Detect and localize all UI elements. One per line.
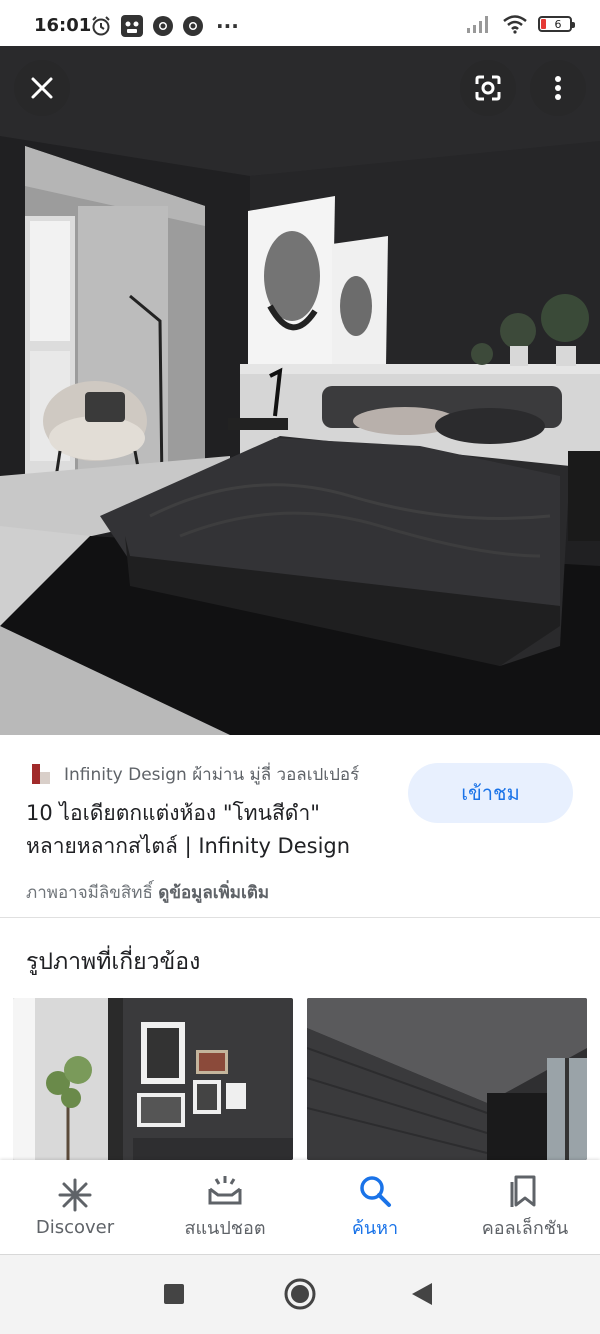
- bottom-navigation: Discover สแนปชอต ค้นหา คอลเล็กชัน: [0, 1160, 600, 1254]
- divider: [0, 917, 600, 918]
- result-title[interactable]: 10 ไอเดียตกแต่งห้อง "โทนสีดำ" หลายหลากสไ…: [26, 797, 396, 863]
- search-icon: [360, 1175, 391, 1207]
- chrome-icon: [153, 16, 173, 36]
- chrome-icon: [183, 16, 203, 36]
- visit-button[interactable]: เข้าชม: [408, 763, 573, 823]
- source-row[interactable]: Infinity Design ผ้าม่าน มู่ลี่ วอลเปเปอร…: [28, 761, 359, 788]
- back-triangle-icon[interactable]: [410, 1282, 434, 1306]
- result-info: Infinity Design ผ้าม่าน มู่ลี่ วอลเปเปอร…: [0, 735, 600, 917]
- nav-label: คอลเล็กชัน: [481, 1217, 569, 1239]
- close-icon: [31, 77, 53, 99]
- home-circle-icon[interactable]: [283, 1277, 317, 1311]
- nav-collections[interactable]: คอลเล็กชัน: [450, 1160, 600, 1254]
- snapshot-icon: [208, 1175, 242, 1204]
- status-bar: 16:01 ··· 6: [0, 0, 600, 46]
- source-name: Infinity Design ผ้าม่าน มู่ลี่ วอลเปเปอร…: [64, 765, 360, 785]
- close-button[interactable]: [14, 60, 70, 116]
- system-status-icons: 6: [466, 14, 575, 34]
- lens-icon: [475, 75, 501, 101]
- copyright-notice: ภาพอาจมีลิขสิทธิ์ ดูข้อมูลเพิ่มเติม: [26, 879, 269, 906]
- more-vertical-icon: [555, 76, 561, 100]
- recents-square-icon[interactable]: [163, 1283, 185, 1305]
- signal-icon: [467, 16, 488, 33]
- system-navigation-bar: [0, 1254, 600, 1334]
- battery-icon: 6: [538, 16, 575, 32]
- more-options-button[interactable]: [530, 60, 586, 116]
- lens-button[interactable]: [460, 60, 516, 116]
- discover-asterisk-icon: [58, 1178, 92, 1211]
- nav-label: สแนปชอต: [184, 1217, 266, 1239]
- related-image-thumb[interactable]: [307, 998, 587, 1160]
- alarm-icon: [92, 16, 110, 36]
- result-title-line1: 10 ไอเดียตกแต่งห้อง "โทนสีดำ": [26, 801, 320, 825]
- nav-search[interactable]: ค้นหา: [300, 1160, 450, 1254]
- related-image-thumb[interactable]: [13, 998, 293, 1160]
- wifi-icon: [503, 15, 527, 34]
- bedroom-photo: [0, 46, 600, 735]
- nav-label: Discover: [35, 1216, 115, 1238]
- site-favicon: [28, 761, 54, 788]
- related-image-2: [307, 998, 587, 1160]
- result-title-line2: หลายหลากสไตล์ | Infinity Design: [26, 834, 351, 858]
- related-images-heading: รูปภาพที่เกี่ยวข้อง: [26, 949, 201, 975]
- notification-icons: ···: [90, 14, 239, 38]
- main-image[interactable]: [0, 46, 600, 735]
- more-notifications-icon: ···: [216, 14, 239, 38]
- tiger-app-icon: [121, 15, 143, 37]
- nav-discover[interactable]: Discover: [0, 1160, 150, 1254]
- collections-icon: [510, 1175, 536, 1207]
- status-time: 16:01: [34, 15, 92, 36]
- more-info-link[interactable]: ดูข้อมูลเพิ่มเติม: [158, 883, 269, 903]
- related-image-1: [13, 998, 293, 1160]
- rights-text: ภาพอาจมีลิขสิทธิ์: [26, 883, 153, 903]
- nav-label: ค้นหา: [351, 1217, 399, 1239]
- nav-snapshot[interactable]: สแนปชอต: [150, 1160, 300, 1254]
